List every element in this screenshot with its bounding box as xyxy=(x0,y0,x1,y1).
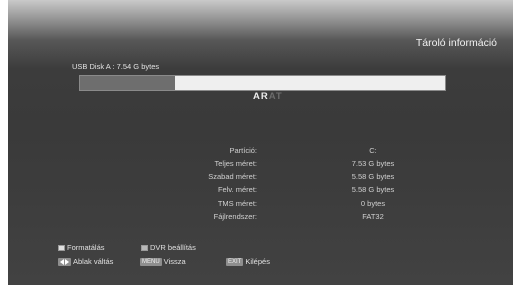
info-row-free-size: Szabad méret: 5.58 G bytes xyxy=(90,172,490,184)
window-label: Ablak váltás xyxy=(73,257,114,266)
exit-key-icon: EXIT xyxy=(226,257,244,266)
screen-frame-right xyxy=(513,0,519,285)
info-value: 5.58 G bytes xyxy=(351,185,395,194)
disk-label: USB Disk A : 7.54 G bytes xyxy=(72,62,160,71)
format-label: Formatálás xyxy=(67,243,105,252)
page-title: Tároló információ xyxy=(415,37,497,49)
back-label: Vissza xyxy=(163,257,186,266)
storage-usage-bar xyxy=(79,75,446,91)
storage-usage-fill xyxy=(80,76,175,90)
info-value: 0 bytes xyxy=(360,199,386,208)
info-value: C: xyxy=(369,146,377,155)
menu-key-icon: MENU xyxy=(140,257,162,266)
dvr-settings-key-hint[interactable]: DVR beállítás xyxy=(141,243,196,252)
info-row-partition: Partíció: C: xyxy=(90,146,490,158)
left-right-arrows-icon xyxy=(58,257,71,266)
info-value: 5.58 G bytes xyxy=(351,172,395,181)
dvr-label: DVR beállítás xyxy=(150,243,196,252)
exit-label: Kilépés xyxy=(245,257,270,266)
info-row-total-size: Teljes méret: 7.53 G bytes xyxy=(90,159,490,171)
info-label: Fájlrendszer: xyxy=(213,212,257,221)
info-value: FAT32 xyxy=(362,212,384,221)
format-color-key-icon xyxy=(58,244,65,251)
info-row-rec-size: Felv. méret: 5.58 G bytes xyxy=(90,185,490,197)
screen-frame-left xyxy=(0,0,8,285)
logo-part-2: AT xyxy=(268,91,283,102)
info-label: Teljes méret: xyxy=(214,159,257,168)
info-label: Szabad méret: xyxy=(208,172,257,181)
exit-key-hint[interactable]: EXIT Kilépés xyxy=(226,257,270,266)
info-label: TMS méret: xyxy=(217,199,257,208)
logo-part-1: AR xyxy=(253,91,269,102)
info-label: Felv. méret: xyxy=(217,185,257,194)
format-key-hint[interactable]: Formatálás xyxy=(58,243,105,252)
window-switch-key-hint[interactable]: Ablak váltás xyxy=(58,257,113,266)
info-row-tms-size: TMS méret: 0 bytes xyxy=(90,199,490,211)
watermark-logo: ARAT xyxy=(253,91,283,102)
dvr-color-key-icon xyxy=(141,244,148,251)
back-key-hint[interactable]: MENU Vissza xyxy=(140,257,186,266)
info-value: 7.53 G bytes xyxy=(351,159,395,168)
info-label: Partíció: xyxy=(229,146,257,155)
info-row-filesystem: Fájlrendszer: FAT32 xyxy=(90,212,490,224)
